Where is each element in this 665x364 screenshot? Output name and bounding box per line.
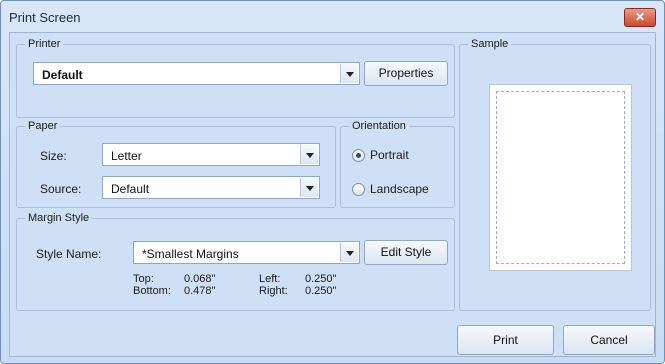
paper-legend: Paper [28,120,58,132]
printer-legend: Printer [28,38,61,50]
orientation-legend: Orientation [352,120,406,132]
chevron-down-icon[interactable] [340,243,358,262]
margin-style-legend: Margin Style [28,212,90,224]
properties-button[interactable]: Properties [364,61,448,86]
landscape-label[interactable]: Landscape [370,182,429,196]
bottom-margin-label: Bottom: [133,285,171,297]
window-title: Print Screen [9,10,81,25]
top-margin-value: 0.068" [184,273,216,285]
printer-select[interactable]: Default [33,62,360,85]
chevron-down-icon[interactable] [300,178,318,197]
chevron-down-icon[interactable] [300,145,318,164]
edit-style-button[interactable]: Edit Style [364,240,448,265]
left-margin-value: 0.250" [305,273,337,285]
portrait-label[interactable]: Portrait [370,148,409,162]
print-screen-dialog: Print Screen ✕ Printer Default Propertie… [0,0,665,364]
size-select-value: Letter [111,149,142,163]
close-icon: ✕ [634,10,646,24]
right-margin-value: 0.250" [305,285,337,297]
cancel-button[interactable]: Cancel [563,325,655,355]
right-margin-label: Right: [259,285,288,297]
print-button[interactable]: Print [457,325,554,355]
size-select[interactable]: Letter [102,143,320,166]
portrait-radio[interactable] [352,149,365,162]
landscape-radio[interactable] [352,183,365,196]
sample-margin-outline [496,91,625,264]
style-name-label: Style Name: [36,247,102,261]
style-name-select-value: *Smallest Margins [142,247,239,261]
close-button[interactable]: ✕ [624,8,656,27]
printer-select-value: Default [42,68,83,82]
style-name-select[interactable]: *Smallest Margins [133,241,360,264]
size-label: Size: [40,149,67,163]
source-label: Source: [40,182,82,196]
chevron-down-icon[interactable] [340,64,358,83]
sample-legend: Sample [471,38,509,50]
bottom-margin-value: 0.478" [184,285,216,297]
title-bar: Print Screen ✕ [1,1,664,31]
sample-page-preview [489,84,632,271]
source-select-value: Default [111,182,150,196]
top-margin-label: Top: [133,273,154,285]
left-margin-label: Left: [259,273,281,285]
source-select[interactable]: Default [102,176,320,199]
